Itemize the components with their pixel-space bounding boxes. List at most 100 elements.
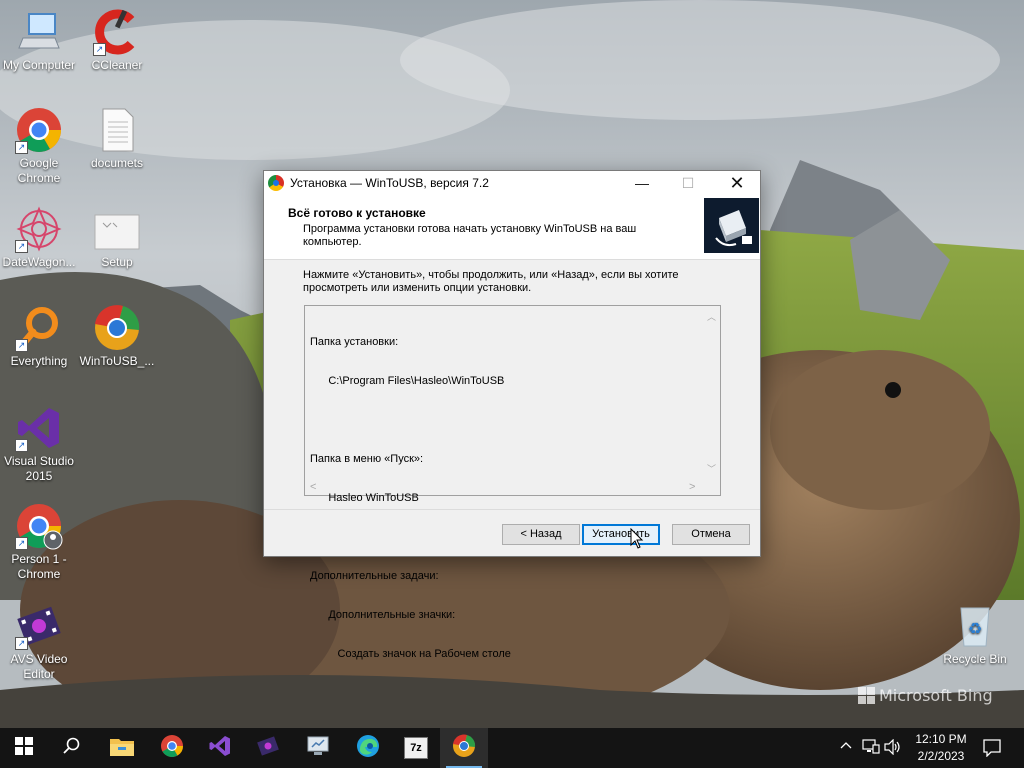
desktop-icon-label: AVS Video Editor: [10, 652, 68, 681]
avs-video-editor-icon: ↗: [15, 602, 63, 650]
show-hidden-icons-button[interactable]: [840, 740, 852, 755]
scroll-left-icon[interactable]: <: [310, 481, 316, 493]
desktop-icon-label: documets: [90, 156, 144, 170]
taskbar-remote-desktop[interactable]: [294, 728, 342, 768]
desktop-icon-label: Recycle Bin: [943, 652, 1007, 666]
recycle-bin-icon: ♻: [951, 602, 999, 650]
wintousb-icon: [452, 734, 476, 763]
desktop-icon-google-chrome[interactable]: ↗ Google Chrome: [0, 106, 78, 186]
network-tray-button[interactable]: [862, 739, 880, 758]
start-button[interactable]: [0, 728, 48, 768]
memo-line: Папка в меню «Пуск»:: [310, 453, 424, 465]
bing-watermark: Microsoft Bing: [858, 686, 993, 705]
desktop-icon-datewagon[interactable]: ↗ DateWagon...: [0, 205, 78, 270]
avs-video-icon: [256, 734, 280, 763]
visual-studio-icon: [208, 734, 232, 763]
chrome-profile-icon: ↗: [15, 502, 63, 550]
notifications-button[interactable]: [983, 739, 1001, 760]
button-separator: [264, 509, 760, 510]
svg-text:♻: ♻: [968, 621, 982, 638]
microsoft-logo-icon: [858, 687, 875, 704]
wizard-header: Всё готово к установке Программа установ…: [264, 195, 760, 260]
visual-studio-icon: ↗: [15, 404, 63, 452]
remote-desktop-icon: [306, 735, 330, 762]
scroll-down-icon[interactable]: ﹀: [707, 462, 716, 475]
desktop-icon-label: Person 1 - Chrome: [11, 552, 67, 581]
shortcut-arrow-icon: ↗: [15, 141, 28, 154]
dialog-titlebar[interactable]: Установка — WinToUSB, версия 7.2 — ☐ ✕: [264, 171, 760, 195]
desktop-icon-label: Setup: [101, 255, 133, 269]
memo-line: Создать значок на Рабочем столе: [310, 648, 511, 660]
maximize-button[interactable]: ☐: [665, 171, 711, 195]
datewagon-icon: ↗: [15, 205, 63, 253]
clock-date: 2/2/2023: [917, 749, 965, 763]
volume-tray-button[interactable]: [884, 738, 902, 758]
memo-content: Папка установки: C:\Program Files\Hasleo…: [310, 310, 511, 687]
cancel-button[interactable]: Отмена: [672, 524, 750, 545]
taskbar-wintousb[interactable]: [440, 728, 488, 768]
wizard-instruction: Нажмите «Установить», чтобы продолжить, …: [303, 269, 679, 294]
memo-line: C:\Program Files\Hasleo\WinToUSB: [310, 375, 505, 387]
memo-line: [310, 414, 511, 427]
taskbar-visual-studio[interactable]: [196, 728, 244, 768]
taskbar-chrome[interactable]: [148, 728, 196, 768]
memo-line: Дополнительные задачи:: [310, 570, 439, 582]
desktop-icon-label: My Computer: [2, 58, 76, 72]
setup-dialog: Установка — WinToUSB, версия 7.2 — ☐ ✕ В…: [263, 170, 761, 660]
memo-line: Папка установки:: [310, 336, 399, 348]
install-button[interactable]: Установить: [582, 524, 660, 545]
search-button[interactable]: [48, 728, 96, 768]
taskbar-avs-video[interactable]: [244, 728, 292, 768]
desktop-icon-wintousb[interactable]: WinToUSB_...: [78, 304, 156, 369]
wizard-page-subtitle: Программа установки готова начать устано…: [303, 223, 637, 248]
taskbar-file-explorer[interactable]: [98, 728, 146, 768]
horizontal-scrollbar[interactable]: < >: [305, 478, 703, 495]
scroll-right-icon[interactable]: >: [689, 481, 695, 493]
wizard-small-image-icon: [704, 198, 759, 253]
shortcut-arrow-icon: ↗: [15, 339, 28, 352]
computer-icon: [15, 8, 63, 56]
7zip-icon: 7z: [404, 737, 428, 759]
ready-memo-box[interactable]: Папка установки: C:\Program Files\Hasleo…: [304, 305, 721, 660]
mouse-cursor-icon: [630, 527, 644, 555]
desktop-icon-ccleaner[interactable]: ↗ CCleaner: [78, 8, 156, 73]
desktop-icon-label: Everything: [10, 354, 68, 368]
memo-line: Дополнительные значки:: [310, 609, 456, 621]
taskbar-clock[interactable]: 12:10 PM 2/2/2023: [906, 731, 976, 765]
start-icon: [15, 736, 33, 760]
back-button[interactable]: < Назад: [502, 524, 580, 545]
desktop-icon-label: WinToUSB_...: [79, 354, 155, 368]
desktop-icon-setup[interactable]: Setup: [78, 205, 156, 270]
document-icon: [93, 106, 141, 154]
wizard-page-title: Всё готово к установке: [288, 206, 426, 220]
taskbar-7zip[interactable]: 7z: [392, 728, 440, 768]
memo-line: [310, 531, 511, 544]
desktop-icon-person-chrome[interactable]: ↗ Person 1 - Chrome: [0, 502, 78, 582]
chrome-icon: ↗: [15, 106, 63, 154]
desktop-icon-label: Visual Studio 2015: [4, 454, 74, 483]
dialog-title: Установка — WinToUSB, версия 7.2: [290, 176, 489, 190]
file-explorer-icon: [110, 736, 134, 761]
scroll-up-icon[interactable]: ︿: [707, 310, 716, 323]
desktop-icon-avs-video-editor[interactable]: ↗ AVS Video Editor: [0, 602, 78, 682]
desktop-icon-label: CCleaner: [91, 58, 143, 72]
desktop-icon-recycle-bin[interactable]: ♻ Recycle Bin: [936, 602, 1014, 667]
clock-time: 12:10 PM: [915, 732, 967, 746]
chevron-up-icon: [840, 741, 852, 755]
desktop-icon-my-computer[interactable]: My Computer: [0, 8, 78, 73]
desktop-icon-visual-studio[interactable]: ↗ Visual Studio 2015: [0, 404, 78, 484]
search-icon: [63, 737, 81, 760]
desktop-icon-documets[interactable]: documets: [78, 106, 156, 171]
shortcut-arrow-icon: ↗: [15, 537, 28, 550]
close-button[interactable]: ✕: [714, 171, 760, 195]
desktop-icon-label: DateWagon...: [2, 255, 76, 269]
everything-search-icon: ↗: [15, 304, 63, 352]
desktop-icon-everything[interactable]: ↗ Everything: [0, 304, 78, 369]
vertical-scrollbar[interactable]: ︿ ﹀: [704, 306, 720, 476]
edge-icon: [356, 734, 380, 763]
minimize-button[interactable]: —: [619, 171, 665, 195]
taskbar-edge[interactable]: [344, 728, 392, 768]
taskbar: 7z 12:10 PM 2/2/2023: [0, 728, 1024, 768]
network-icon: [862, 739, 880, 758]
setup-file-icon: [93, 205, 141, 253]
